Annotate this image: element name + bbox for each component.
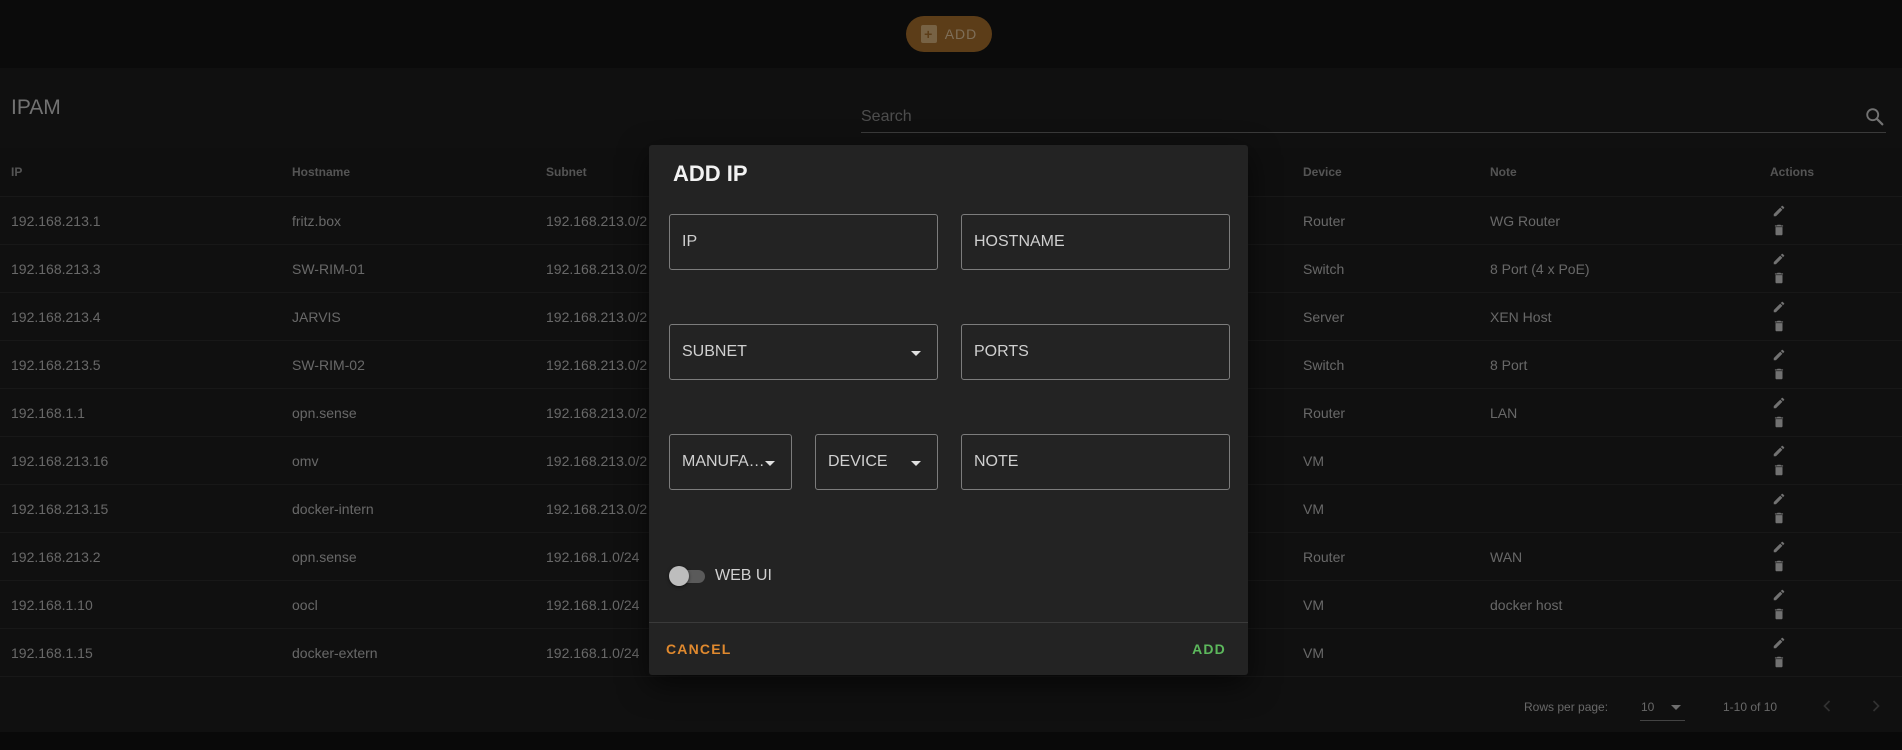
subnet-select[interactable]: SUBNET [669,324,938,380]
ports-input[interactable] [974,325,1217,379]
toggle-thumb [669,566,689,586]
hostname-input[interactable] [974,215,1217,269]
dialog-title: ADD IP [673,161,748,186]
chevron-down-icon [911,351,921,356]
add-button[interactable]: ADD [1184,635,1234,663]
dialog-divider [649,622,1248,623]
ip-field[interactable] [669,214,938,270]
ip-input[interactable] [682,215,925,269]
hostname-field[interactable] [961,214,1230,270]
note-input[interactable] [974,435,1217,489]
device-select[interactable]: DEVICE [815,434,938,490]
web-ui-toggle[interactable] [669,566,705,586]
note-field[interactable] [961,434,1230,490]
manufacturer-select[interactable]: MANUFAC... [669,434,792,490]
chevron-down-icon [911,461,921,466]
ports-field[interactable] [961,324,1230,380]
cancel-button[interactable]: CANCEL [658,635,740,663]
web-ui-toggle-label: WEB UI [715,567,772,584]
manufacturer-select-label: MANUFAC... [682,453,771,470]
chevron-down-icon [765,461,775,466]
subnet-select-label: SUBNET [682,343,747,360]
add-ip-dialog: ADD IP SUBNET MANUFAC... DEVICE WEB UI C… [649,145,1248,675]
